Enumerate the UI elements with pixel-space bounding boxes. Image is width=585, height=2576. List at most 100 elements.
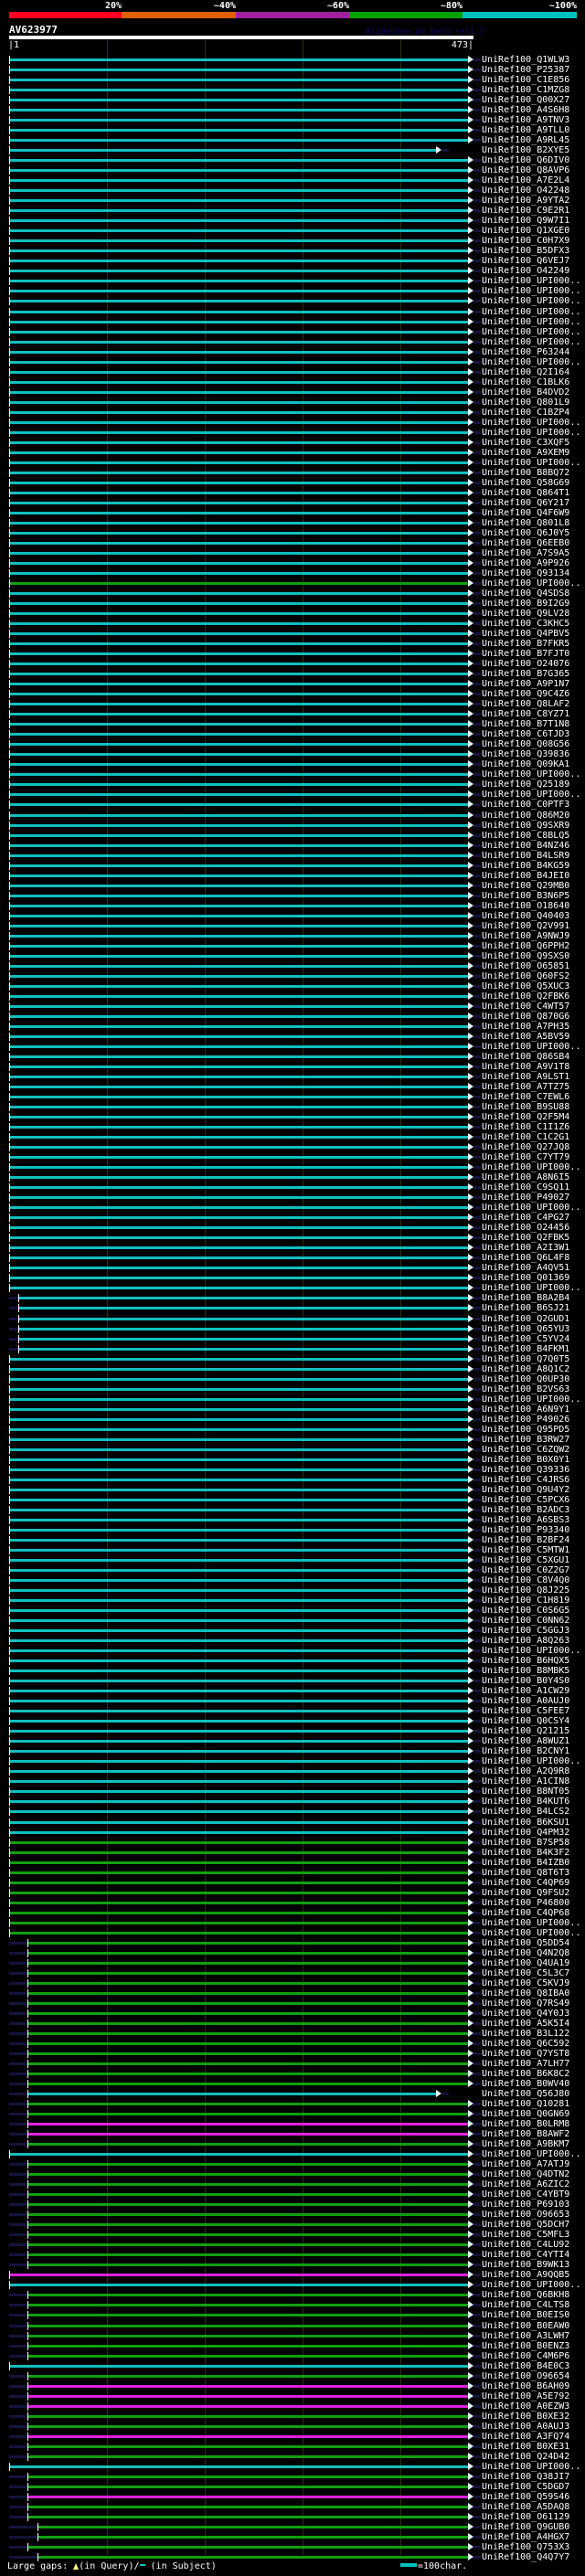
subject-link[interactable]: UniRef100_A9V1T8 [482, 1062, 569, 1072]
subject-link[interactable]: UniRef100_UPI000.. [482, 1203, 580, 1213]
subject-link[interactable]: UniRef100_B4LSR9 [482, 851, 569, 861]
subject-link[interactable]: UniRef100_C1E856 [482, 75, 569, 85]
subject-link[interactable]: UniRef100_B2XYE5 [482, 145, 569, 155]
subject-link[interactable]: UniRef100_Q38JI7 [482, 2472, 569, 2482]
subject-link[interactable]: UniRef100_B3L122 [482, 2029, 569, 2039]
subject-link[interactable]: UniRef100_A1CW29 [482, 1686, 569, 1696]
subject-link[interactable]: UniRef100_B7G365 [482, 669, 569, 679]
subject-link[interactable]: UniRef100_A2Q9R8 [482, 1766, 569, 1776]
subject-link[interactable]: UniRef100_C9E2R1 [482, 206, 569, 216]
subject-link[interactable]: UniRef100_C4PG27 [482, 1213, 569, 1223]
subject-link[interactable]: UniRef100_C6ZQW2 [482, 1445, 569, 1455]
subject-link[interactable]: UniRef100_A0EZW3 [482, 2401, 569, 2412]
subject-link[interactable]: UniRef100_Q0GN69 [482, 2109, 569, 2119]
subject-link[interactable]: UniRef100_A9P1N7 [482, 679, 569, 689]
subject-link[interactable]: UniRef100_Q6DIV0 [482, 155, 569, 165]
subject-link[interactable]: UniRef100_UPI000.. [482, 286, 580, 296]
subject-link[interactable]: UniRef100_P63244 [482, 347, 569, 357]
subject-link[interactable]: UniRef100_Q4Y0J3 [482, 2009, 569, 2019]
subject-link[interactable]: UniRef100_C4YBT9 [482, 2189, 569, 2200]
subject-link[interactable]: UniRef100_O42249 [482, 266, 569, 276]
subject-link[interactable]: UniRef100_C5L3C7 [482, 1968, 569, 1978]
subject-link[interactable]: UniRef100_Q10281 [482, 2099, 569, 2109]
subject-link[interactable]: UniRef100_Q21215 [482, 1726, 569, 1736]
subject-link[interactable]: UniRef100_A9RL45 [482, 135, 569, 145]
subject-link[interactable]: UniRef100_C8BLQ5 [482, 831, 569, 841]
subject-link[interactable]: UniRef100_Q801L8 [482, 518, 569, 528]
subject-link[interactable]: UniRef100_Q00X27 [482, 95, 569, 105]
subject-link[interactable]: UniRef100_B7FKR5 [482, 639, 569, 649]
subject-link[interactable]: UniRef100_A6N9Y1 [482, 1405, 569, 1415]
subject-link[interactable]: UniRef100_C7YT79 [482, 1152, 569, 1162]
subject-link[interactable]: UniRef100_Q93134 [482, 568, 569, 578]
subject-link[interactable]: UniRef100_A7LH77 [482, 2059, 569, 2069]
subject-link[interactable]: UniRef100_Q9U4Y2 [482, 1485, 569, 1495]
subject-link[interactable]: UniRef100_C4LU92 [482, 2240, 569, 2250]
subject-link[interactable]: UniRef100_B6SJ21 [482, 1303, 569, 1313]
subject-link[interactable]: UniRef100_Q5XUC3 [482, 981, 569, 991]
subject-link[interactable]: UniRef100_Q8LAF2 [482, 699, 569, 709]
subject-link[interactable]: UniRef100_B7T1N8 [482, 719, 569, 729]
subject-link[interactable]: UniRef100_Q5DCH7 [482, 2220, 569, 2230]
subject-link[interactable]: UniRef100_B4K3F2 [482, 1848, 569, 1858]
subject-link[interactable]: UniRef100_B6HQX5 [482, 1656, 569, 1666]
subject-link[interactable]: UniRef100_C5PCX6 [482, 1495, 569, 1505]
subject-link[interactable]: UniRef100_A2I3W1 [482, 1243, 569, 1253]
subject-link[interactable]: UniRef100_A0AUJ0 [482, 1696, 569, 1706]
subject-link[interactable]: UniRef100_A9YTA2 [482, 196, 569, 206]
subject-link[interactable]: UniRef100_Q9SXR9 [482, 821, 569, 831]
subject-link[interactable]: UniRef100_A9P926 [482, 558, 569, 568]
subject-link[interactable]: UniRef100_Q8AVP6 [482, 165, 569, 175]
subject-link[interactable]: UniRef100_C4YTI4 [482, 2250, 569, 2260]
subject-link[interactable]: UniRef100_A5E792 [482, 2391, 569, 2401]
subject-link[interactable]: UniRef100_C5FEE7 [482, 1706, 569, 1716]
subject-link[interactable]: UniRef100_UPI000.. [482, 276, 580, 286]
subject-link[interactable]: UniRef100_A4S6H8 [482, 105, 569, 115]
subject-link[interactable]: UniRef100_P49027 [482, 1193, 569, 1203]
subject-link[interactable]: UniRef100_A1CIN8 [482, 1776, 569, 1786]
subject-link[interactable]: UniRef100_B8NT05 [482, 1786, 569, 1797]
subject-link[interactable]: UniRef100_Q4SDS8 [482, 588, 569, 599]
subject-link[interactable]: UniRef100_Q59S46 [482, 2492, 569, 2502]
subject-link[interactable]: UniRef100_Q2FBK5 [482, 1233, 569, 1243]
subject-link[interactable]: UniRef100_Q864T1 [482, 488, 569, 498]
subject-link[interactable]: UniRef100_Q24D42 [482, 2452, 569, 2462]
subject-link[interactable]: UniRef100_C8V4Q0 [482, 1575, 569, 1585]
subject-link[interactable]: UniRef100_C1H819 [482, 1595, 569, 1606]
subject-link[interactable]: UniRef100_Q8IBA0 [482, 1988, 569, 1998]
subject-link[interactable]: UniRef100_Q753X3 [482, 2542, 569, 2552]
subject-link[interactable]: UniRef100_UPI000.. [482, 458, 580, 468]
subject-link[interactable]: UniRef100_Q2V991 [482, 921, 569, 931]
subject-link[interactable]: UniRef100_O96653 [482, 2210, 569, 2220]
subject-link[interactable]: UniRef100_A9QQB5 [482, 2270, 569, 2280]
subject-link[interactable]: UniRef100_B3N6P5 [482, 891, 569, 901]
subject-link[interactable]: UniRef100_A7TZ75 [482, 1082, 569, 1092]
subject-link[interactable]: UniRef100_B0WV40 [482, 2079, 569, 2089]
subject-link[interactable]: UniRef100_C1I1Z6 [482, 1122, 569, 1132]
subject-link[interactable]: UniRef100_Q39336 [482, 1465, 569, 1475]
subject-link[interactable]: UniRef100_Q4N2Q8 [482, 1948, 569, 1958]
subject-link[interactable]: UniRef100_B0EIS0 [482, 2310, 569, 2320]
subject-link[interactable]: UniRef100_C4LTS8 [482, 2300, 569, 2310]
subject-link[interactable]: UniRef100_B7FJT0 [482, 649, 569, 659]
subject-link[interactable]: UniRef100_Q2GUD1 [482, 1314, 569, 1324]
subject-link[interactable]: UniRef100_C1MZG8 [482, 85, 569, 95]
subject-link[interactable]: UniRef100_B4E0C3 [482, 2361, 569, 2371]
subject-link[interactable]: UniRef100_C1BZP4 [482, 408, 569, 418]
subject-link[interactable]: UniRef100_B0LRM8 [482, 2119, 569, 2129]
subject-link[interactable]: UniRef100_B4FKM1 [482, 1344, 569, 1354]
subject-link[interactable]: UniRef100_UPI000.. [482, 418, 580, 428]
subject-link[interactable]: UniRef100_UPI000.. [482, 307, 580, 317]
subject-link[interactable]: UniRef100_A7ATJ9 [482, 2159, 569, 2169]
subject-link[interactable]: UniRef100_O61129 [482, 2512, 569, 2522]
subject-link[interactable]: UniRef100_Q0CSY4 [482, 1716, 569, 1726]
subject-link[interactable]: UniRef100_UPI000.. [482, 1756, 580, 1766]
subject-link[interactable]: UniRef100_O24076 [482, 659, 569, 669]
subject-link[interactable]: UniRef100_Q1XGE0 [482, 226, 569, 236]
subject-link[interactable]: UniRef100_UPI000.. [482, 1394, 580, 1405]
subject-link[interactable]: UniRef100_B8MBK5 [482, 1666, 569, 1676]
subject-link[interactable]: UniRef100_B9WK13 [482, 2260, 569, 2270]
subject-link[interactable]: UniRef100_C4WT57 [482, 1002, 569, 1012]
subject-link[interactable]: UniRef100_Q58G69 [482, 478, 569, 488]
subject-link[interactable]: UniRef100_C0Z2G7 [482, 1565, 569, 1575]
